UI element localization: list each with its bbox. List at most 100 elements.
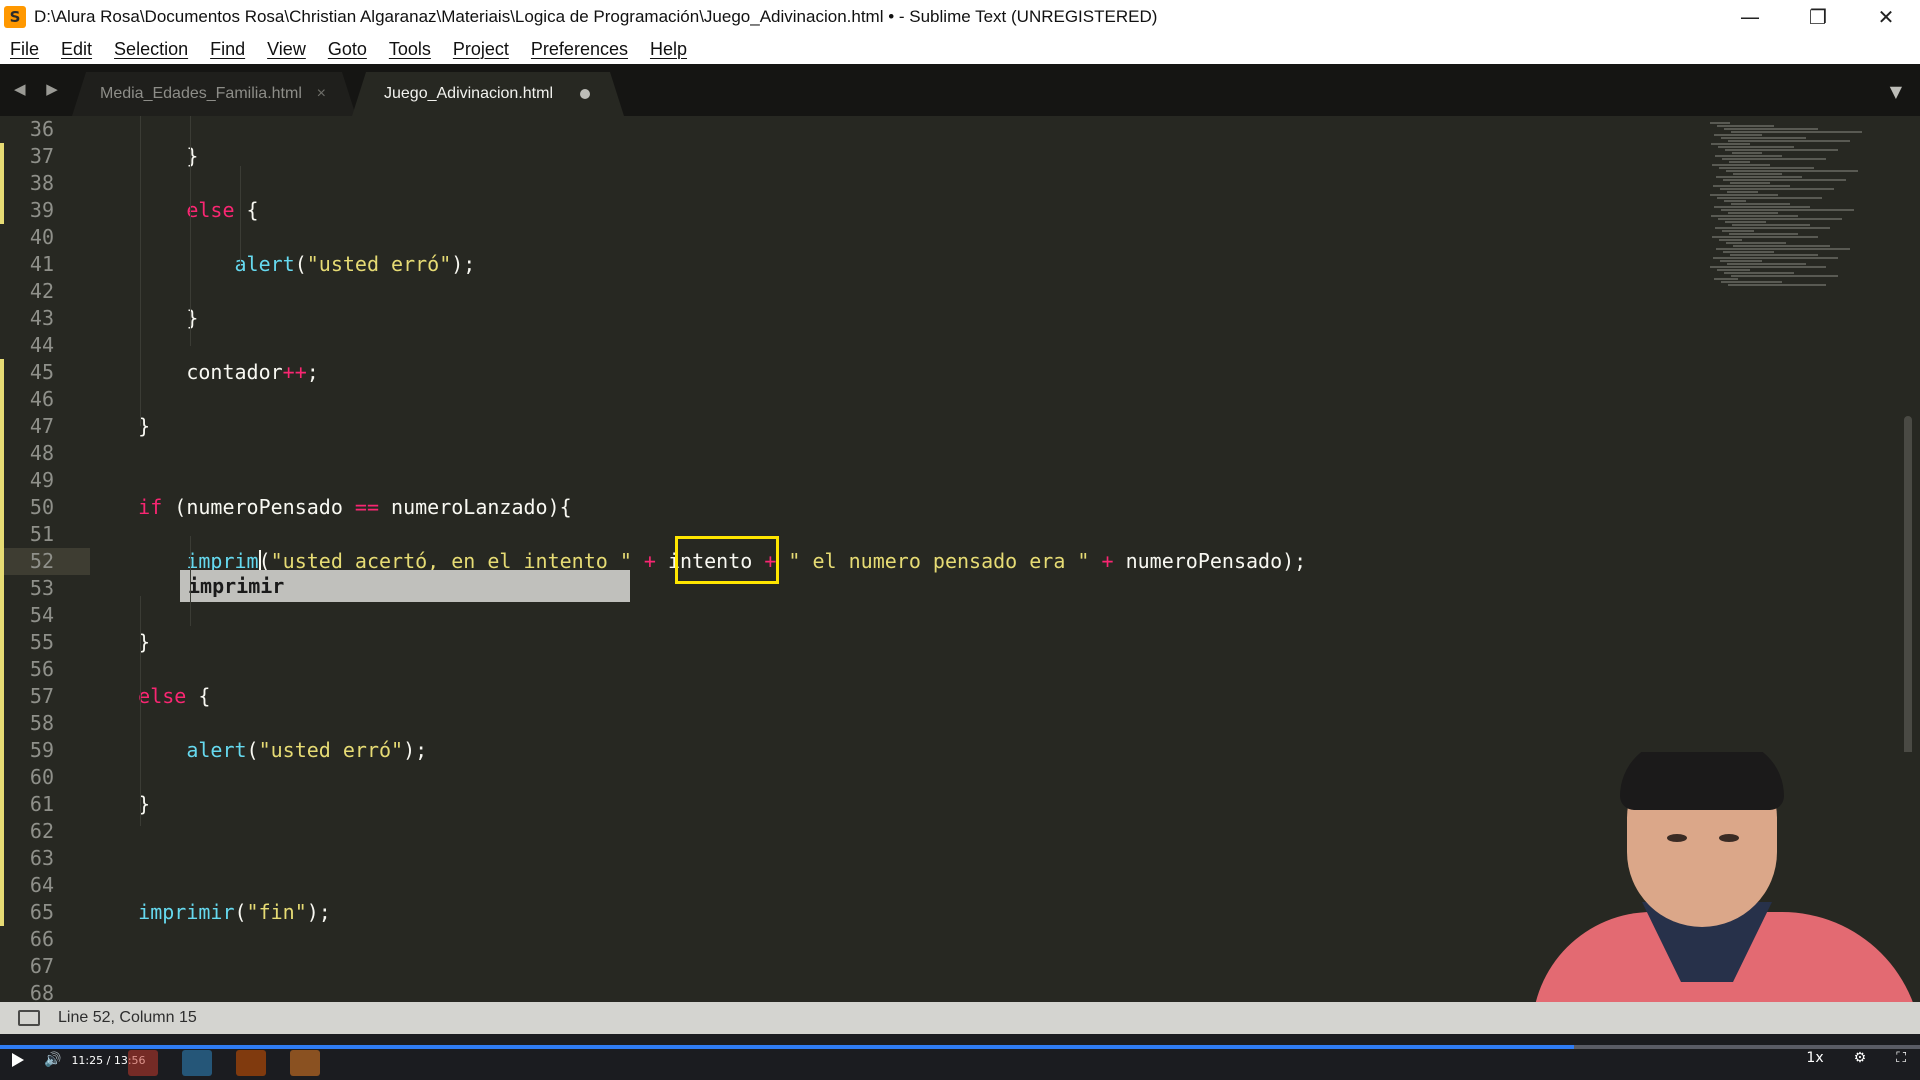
code-line[interactable]: 62: [0, 818, 1710, 845]
taskbar-app-icon: [128, 1050, 158, 1076]
code-text[interactable]: imprimir("fin");: [90, 899, 331, 926]
code-line[interactable]: 49: [0, 467, 1710, 494]
code-token: else: [138, 684, 187, 708]
code-line[interactable]: 51: [0, 521, 1710, 548]
code-token: ++: [282, 360, 307, 384]
line-number: 55: [29, 630, 54, 654]
code-text[interactable]: contador++;: [90, 359, 318, 386]
code-line[interactable]: 60: [0, 764, 1710, 791]
minimap-line: [1716, 248, 1850, 250]
menu-tools[interactable]: Tools: [389, 39, 431, 60]
code-text[interactable]: }: [90, 629, 150, 656]
code-line[interactable]: 44: [0, 332, 1710, 359]
code-line[interactable]: 47 }: [0, 413, 1710, 440]
code-line[interactable]: 67: [0, 953, 1710, 980]
line-number: 43: [29, 306, 54, 330]
code-line[interactable]: 43 }: [0, 305, 1710, 332]
menu-edit[interactable]: Edit: [61, 39, 92, 60]
tab-close-icon[interactable]: ×: [317, 85, 326, 103]
code-text[interactable]: alert("usted erró");: [90, 251, 476, 278]
code-line[interactable]: 46: [0, 386, 1710, 413]
indent-guide: [140, 116, 141, 426]
code-line[interactable]: 42: [0, 278, 1710, 305]
minimap-line: [1731, 203, 1790, 205]
code-text[interactable]: }: [90, 791, 150, 818]
code-line[interactable]: 37 }: [0, 143, 1710, 170]
code-line[interactable]: 61 }: [0, 791, 1710, 818]
settings-icon[interactable]: ⚙: [1854, 1050, 1867, 1066]
line-number: 57: [29, 684, 54, 708]
tab-juego-adivinacion[interactable]: Juego_Adivinacion.html: [352, 72, 624, 116]
minimap-line: [1723, 251, 1774, 253]
code-line[interactable]: 66: [0, 926, 1710, 953]
menu-project[interactable]: Project: [453, 39, 509, 60]
code-line[interactable]: 56: [0, 656, 1710, 683]
minimap-line: [1710, 122, 1730, 124]
menu-help[interactable]: Help: [650, 39, 687, 60]
tab-label: Media_Edades_Familia.html: [100, 85, 302, 102]
tab-media-edades-familia[interactable]: Media_Edades_Familia.html ×: [72, 72, 356, 116]
code-line[interactable]: 40: [0, 224, 1710, 251]
code-token: {: [234, 198, 259, 222]
code-line[interactable]: 63: [0, 845, 1710, 872]
menu-preferences[interactable]: Preferences: [531, 39, 628, 60]
menu-goto[interactable]: Goto: [328, 39, 367, 60]
code-line[interactable]: 41 alert("usted erró");: [0, 251, 1710, 278]
menu-find[interactable]: Find: [210, 39, 245, 60]
autocomplete-popup[interactable]: imprimir: [180, 570, 630, 602]
play-icon[interactable]: [12, 1053, 24, 1067]
code-line[interactable]: 65 imprimir("fin");: [0, 899, 1710, 926]
line-number: 61: [29, 792, 54, 816]
code-line[interactable]: 55 }: [0, 629, 1710, 656]
code-line[interactable]: 68: [0, 980, 1710, 1002]
tab-nav-arrows-icon[interactable]: ◀ ▶: [14, 80, 66, 98]
fullscreen-icon[interactable]: ⛶: [1896, 1050, 1906, 1066]
tab-dropdown-icon[interactable]: ▼: [1890, 82, 1902, 101]
code-line[interactable]: 45 contador++;: [0, 359, 1710, 386]
playback-speed[interactable]: 1x: [1806, 1050, 1823, 1066]
line-number: 65: [29, 900, 54, 924]
code-line[interactable]: 39 else {: [0, 197, 1710, 224]
minimap-line: [1726, 170, 1858, 172]
code-line[interactable]: 48: [0, 440, 1710, 467]
code-token: (numeroPensado: [162, 495, 355, 519]
panel-toggle-icon[interactable]: [18, 1010, 40, 1026]
line-number: 40: [29, 225, 54, 249]
autocomplete-item[interactable]: imprimir: [188, 572, 284, 600]
code-text[interactable]: if (numeroPensado == numeroLanzado){: [90, 494, 572, 521]
code-token: if: [138, 495, 163, 519]
annotation-highlight-box: [675, 536, 779, 584]
minimap-line: [1712, 236, 1818, 238]
line-number: 67: [29, 954, 54, 978]
minimap-line: [1719, 239, 1742, 241]
code-line[interactable]: 38: [0, 170, 1710, 197]
code-text[interactable]: }: [90, 143, 198, 170]
minimap-line: [1724, 128, 1818, 130]
line-number: 38: [29, 171, 54, 195]
minimize-button[interactable]: —: [1716, 0, 1784, 34]
minimap-line: [1722, 230, 1754, 232]
code-line[interactable]: 59 alert("usted erró");: [0, 737, 1710, 764]
code-line[interactable]: 58: [0, 710, 1710, 737]
volume-icon[interactable]: 🔊: [44, 1052, 61, 1068]
close-button[interactable]: ✕: [1852, 0, 1920, 34]
code-line[interactable]: 36: [0, 116, 1710, 143]
code-text[interactable]: }: [90, 413, 150, 440]
code-line[interactable]: 57 else {: [0, 683, 1710, 710]
code-text[interactable]: else {: [90, 683, 210, 710]
code-text[interactable]: else {: [90, 197, 259, 224]
restore-button[interactable]: ❐: [1784, 0, 1852, 34]
code-text[interactable]: }: [90, 305, 198, 332]
menu-selection[interactable]: Selection: [114, 39, 188, 60]
code-line[interactable]: 54: [0, 602, 1710, 629]
unsaved-dot-icon[interactable]: [580, 89, 590, 99]
menu-view[interactable]: View: [267, 39, 306, 60]
minimap-line: [1732, 152, 1762, 154]
code-line[interactable]: 50 if (numeroPensado == numeroLanzado){: [0, 494, 1710, 521]
code-line[interactable]: 64: [0, 872, 1710, 899]
menu-file[interactable]: File: [10, 39, 39, 60]
vertical-scrollbar[interactable]: [1904, 416, 1912, 806]
